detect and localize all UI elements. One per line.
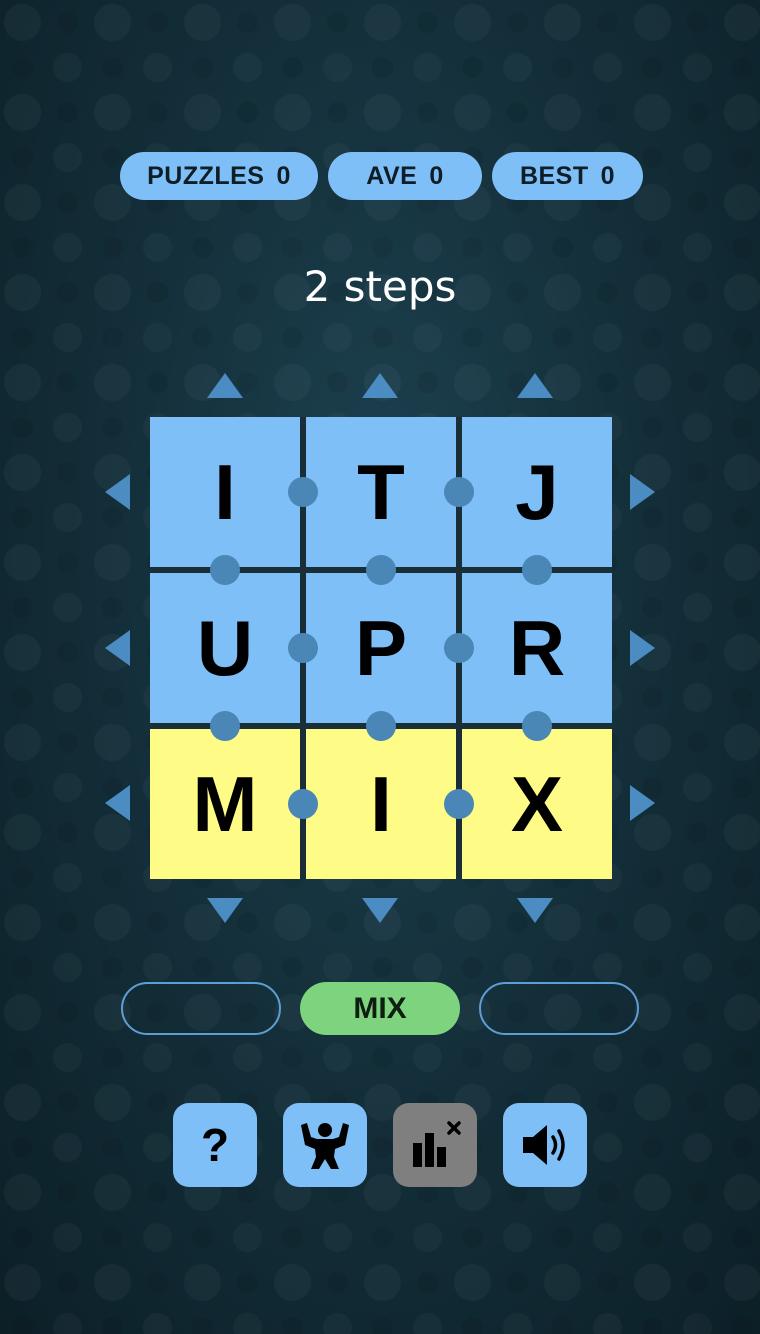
stats-button[interactable] [393,1103,477,1187]
speaker-icon [523,1125,565,1165]
sound-button[interactable] [503,1103,587,1187]
connector-dot [366,711,396,741]
connector-dot [288,633,318,663]
best-value: 0 [600,161,616,190]
right-empty-slot [479,982,639,1035]
connector-dot [366,555,396,585]
connector-dot [522,555,552,585]
connector-dot [444,633,474,663]
help-button[interactable]: ? [173,1103,257,1187]
letter-tile[interactable]: I [306,729,456,879]
average-label: AVE [366,161,418,190]
connector-dot [444,477,474,507]
column-1-down-arrow[interactable] [207,898,243,923]
puzzles-stat: PUZZLES 0 [120,152,318,200]
connector-dot [210,711,240,741]
letter-tile[interactable]: M [150,729,300,879]
column-1-up-arrow[interactable] [207,373,243,398]
best-label: BEST [519,161,589,190]
puzzles-value: 0 [276,161,291,190]
question-icon: ? [200,1119,230,1171]
letter-tile[interactable]: P [306,573,456,723]
average-stat: AVE 0 [328,152,482,200]
letter-tile[interactable]: R [462,573,612,723]
left-empty-slot [121,982,281,1035]
average-value: 0 [429,161,444,190]
stats-off-icon [413,1121,461,1167]
row-2-right-arrow[interactable] [630,630,655,666]
challenge-button[interactable] [283,1103,367,1187]
column-2-down-arrow[interactable] [362,898,398,923]
connector-dot [210,555,240,585]
letter-tile[interactable]: X [462,729,612,879]
connector-dot [444,789,474,819]
letter-grid: I T J U P R M I X [150,417,612,879]
mix-button[interactable]: MIX [300,982,460,1035]
strength-icon [301,1123,349,1169]
letter-tile[interactable]: J [462,417,612,567]
steps-counter: 2 steps [303,262,457,311]
connector-dot [522,711,552,741]
connector-dot [288,477,318,507]
letter-tile[interactable]: T [306,417,456,567]
row-2-left-arrow[interactable] [105,630,130,666]
puzzles-label: PUZZLES [147,161,265,190]
row-1-left-arrow[interactable] [105,474,130,510]
connector-dot [288,789,318,819]
column-2-up-arrow[interactable] [362,373,398,398]
best-stat: BEST 0 [492,152,643,200]
column-3-up-arrow[interactable] [517,373,553,398]
row-1-right-arrow[interactable] [630,474,655,510]
column-3-down-arrow[interactable] [517,898,553,923]
row-3-right-arrow[interactable] [630,785,655,821]
row-3-left-arrow[interactable] [105,785,130,821]
letter-tile[interactable]: I [150,417,300,567]
letter-tile[interactable]: U [150,573,300,723]
